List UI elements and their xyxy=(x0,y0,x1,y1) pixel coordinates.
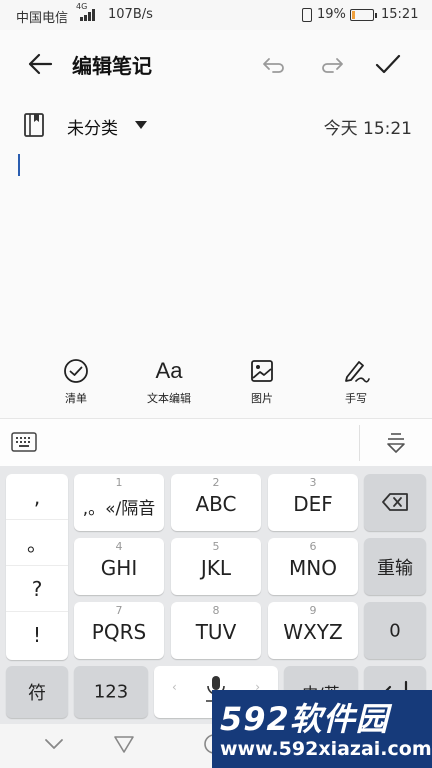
key-7-label: PQRS xyxy=(91,620,147,644)
key-3[interactable]: 3 DEF xyxy=(268,474,358,531)
collapse-keyboard-icon xyxy=(387,433,405,453)
key-1-number: 1 xyxy=(115,476,123,489)
reenter-key[interactable]: 重输 xyxy=(364,538,426,595)
clock: 15:21 xyxy=(381,7,419,22)
redo-icon xyxy=(322,58,343,73)
key-3-number: 3 xyxy=(309,476,317,489)
keyboard-top-strip xyxy=(0,418,432,467)
key-8[interactable]: 8 TUV xyxy=(171,602,261,659)
punct-comma-key[interactable]: , xyxy=(6,474,68,520)
key-8-label: TUV xyxy=(195,620,237,644)
image-label: 图片 xyxy=(251,392,273,405)
site-watermark: 592软件园 www.592xiazai.com xyxy=(212,690,432,768)
editor-toolbar: 清单 Aa 文本编辑 图片 手写 xyxy=(0,356,432,412)
hide-keyboard-button[interactable] xyxy=(382,429,410,457)
zero-label: 0 xyxy=(389,620,401,641)
carrier-name: 中国电信 xyxy=(16,11,69,26)
category-label: 未分类 xyxy=(67,119,118,139)
text-format-button[interactable]: Aa 文本编辑 xyxy=(129,356,209,406)
notebook-icon xyxy=(24,113,44,137)
arrow-left-icon xyxy=(28,53,53,75)
key-1-label: ,。«/隔音 xyxy=(82,499,156,519)
nav-back-button[interactable] xyxy=(112,732,136,760)
back-button[interactable] xyxy=(24,48,56,80)
handwriting-icon xyxy=(345,361,370,383)
key-5-number: 5 xyxy=(212,540,220,553)
watermark-logo: 592软件园 xyxy=(220,700,389,738)
backspace-icon xyxy=(382,493,408,511)
signal-icon xyxy=(80,9,98,21)
handwriting-label: 手写 xyxy=(345,392,367,405)
network-speed: 107B/s xyxy=(108,7,153,22)
text-cursor xyxy=(18,154,20,176)
nav-hide-button[interactable] xyxy=(42,732,66,760)
check-icon xyxy=(375,54,401,74)
title-bar: 编辑笔记 xyxy=(0,30,432,96)
notebook-button[interactable] xyxy=(20,110,48,140)
triangle-back-icon xyxy=(114,736,134,753)
key-2-label: ABC xyxy=(195,492,237,516)
key-6[interactable]: 6 MNO xyxy=(268,538,358,595)
symbol-key[interactable]: 符 xyxy=(6,666,68,718)
text-format-label: 文本编辑 xyxy=(147,392,191,405)
numbers-label: 123 xyxy=(93,681,129,703)
key-8-number: 8 xyxy=(212,604,220,617)
key-4[interactable]: 4 GHI xyxy=(74,538,164,595)
key-4-label: GHI xyxy=(100,556,138,580)
key-2[interactable]: 2 ABC xyxy=(171,474,261,531)
key-7-number: 7 xyxy=(115,604,123,617)
triangle-down-icon xyxy=(135,121,147,129)
chevron-down-icon xyxy=(45,739,63,749)
category-dropdown[interactable]: 未分类 xyxy=(60,100,160,150)
status-bar: 中国电信 4G 107B/s 19% 15:21 xyxy=(0,0,432,30)
image-icon xyxy=(251,360,273,382)
note-timestamp: 今天 15:21 xyxy=(323,119,412,139)
key-9[interactable]: 9 WXYZ xyxy=(268,602,358,659)
confirm-button[interactable] xyxy=(372,48,404,80)
key-9-label: WXYZ xyxy=(283,620,343,644)
battery-fill xyxy=(352,11,356,19)
backspace-key[interactable] xyxy=(364,474,426,531)
key-5-label: JKL xyxy=(200,556,232,580)
punct-exclaim-key[interactable]: ! xyxy=(6,612,68,658)
battery-icon xyxy=(350,9,377,21)
key-7[interactable]: 7 PQRS xyxy=(74,602,164,659)
reenter-label: 重输 xyxy=(377,557,413,579)
keyboard-icon xyxy=(11,432,37,452)
key-4-number: 4 xyxy=(115,540,123,553)
watermark-url: www.592xiazai.com xyxy=(220,738,432,760)
handwriting-button[interactable]: 手写 xyxy=(316,356,396,406)
numbers-key[interactable]: 123 xyxy=(74,666,148,718)
key-6-label: MNO xyxy=(289,556,337,580)
key-6-number: 6 xyxy=(309,540,317,553)
checklist-button[interactable]: 清单 xyxy=(36,356,116,406)
note-body-editor[interactable] xyxy=(0,150,432,350)
page-title: 编辑笔记 xyxy=(72,54,152,78)
vibrate-icon xyxy=(302,8,312,22)
key-9-number: 9 xyxy=(309,604,317,617)
undo-button[interactable] xyxy=(258,48,290,80)
key-5[interactable]: 5 JKL xyxy=(171,538,261,595)
punct-question-key[interactable]: ? xyxy=(6,566,68,612)
punct-period-key[interactable]: 。 xyxy=(6,520,68,566)
strip-divider xyxy=(359,425,360,461)
category-row: 未分类 今天 15:21 xyxy=(0,100,432,150)
key-3-label: DEF xyxy=(293,492,333,516)
checklist-label: 清单 xyxy=(65,392,87,405)
symbol-label: 符 xyxy=(28,683,46,704)
key-1[interactable]: 1 ,。«/隔音 xyxy=(74,474,164,531)
keyboard-switch-button[interactable] xyxy=(10,429,38,455)
undo-icon xyxy=(263,58,284,73)
key-2-number: 2 xyxy=(212,476,220,489)
punctuation-column: , 。 ? ! xyxy=(6,474,68,660)
battery-percent: 19% xyxy=(317,7,346,22)
text-format-icon: Aa xyxy=(155,358,183,383)
redo-button[interactable] xyxy=(316,48,348,80)
image-button[interactable]: 图片 xyxy=(222,356,302,406)
checklist-icon xyxy=(64,359,88,383)
zero-key[interactable]: 0 xyxy=(364,602,426,659)
cursor-left-icon: ‹ xyxy=(172,680,177,694)
